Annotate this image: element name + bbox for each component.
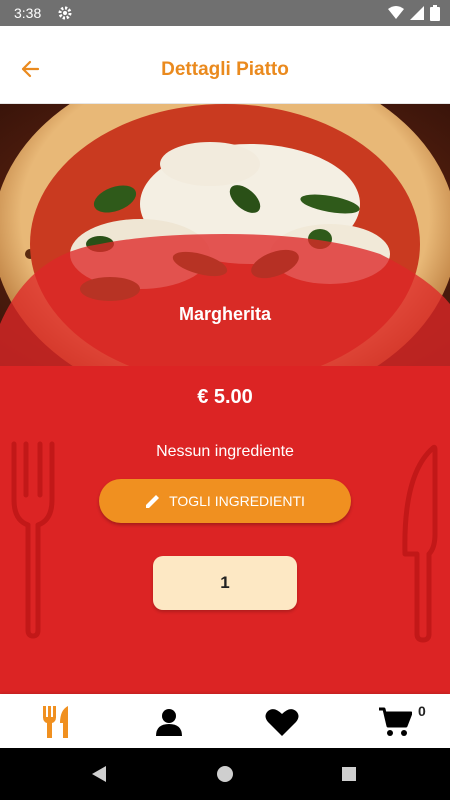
quantity-value: 1 [220, 573, 230, 592]
dish-price: € 5.00 [197, 386, 253, 408]
fork-decoration-icon [11, 441, 55, 639]
cart-count-badge: 0 [418, 703, 426, 719]
knife-decoration-icon [402, 444, 438, 643]
app-bar: Dettagli Piatto [0, 26, 450, 104]
dish-details-panel: € 5.00 Nessun ingrediente TOGLI INGREDIE… [0, 366, 450, 694]
fork-knife-icon [43, 706, 68, 738]
nav-item-profile[interactable] [149, 702, 189, 742]
status-bar: 3:38 [0, 0, 450, 26]
nav-item-favorites[interactable] [262, 702, 302, 742]
pencil-icon [146, 495, 160, 508]
system-recents-button[interactable] [339, 764, 359, 784]
system-back-button[interactable] [89, 764, 109, 784]
page-title: Dettagli Piatto [161, 59, 289, 80]
user-icon [156, 709, 182, 736]
remove-ingredients-button[interactable]: TOGLI INGREDIENTI [99, 479, 351, 523]
quantity-field[interactable]: 1 [153, 556, 297, 610]
dish-image: Margherita [0, 104, 450, 366]
recents-square-icon [342, 767, 356, 781]
heart-icon [265, 709, 299, 736]
settings-gear-icon [57, 5, 73, 21]
system-home-button[interactable] [215, 764, 235, 784]
home-circle-icon [217, 766, 233, 782]
ingredients-text: Nessun ingrediente [156, 443, 294, 460]
bottom-nav: 0 [0, 694, 450, 748]
cart-icon [379, 707, 412, 736]
system-nav-bar [0, 748, 450, 800]
nav-item-cart[interactable] [375, 702, 415, 742]
battery-icon [430, 5, 440, 26]
nav-item-menu[interactable] [36, 702, 76, 742]
wifi-icon [388, 6, 404, 25]
status-time: 3:38 [14, 5, 42, 21]
signal-icon [410, 6, 424, 25]
dish-name: Margherita [178, 304, 272, 324]
back-triangle-icon [92, 766, 106, 782]
remove-ingredients-label: TOGLI INGREDIENTI [169, 493, 305, 509]
